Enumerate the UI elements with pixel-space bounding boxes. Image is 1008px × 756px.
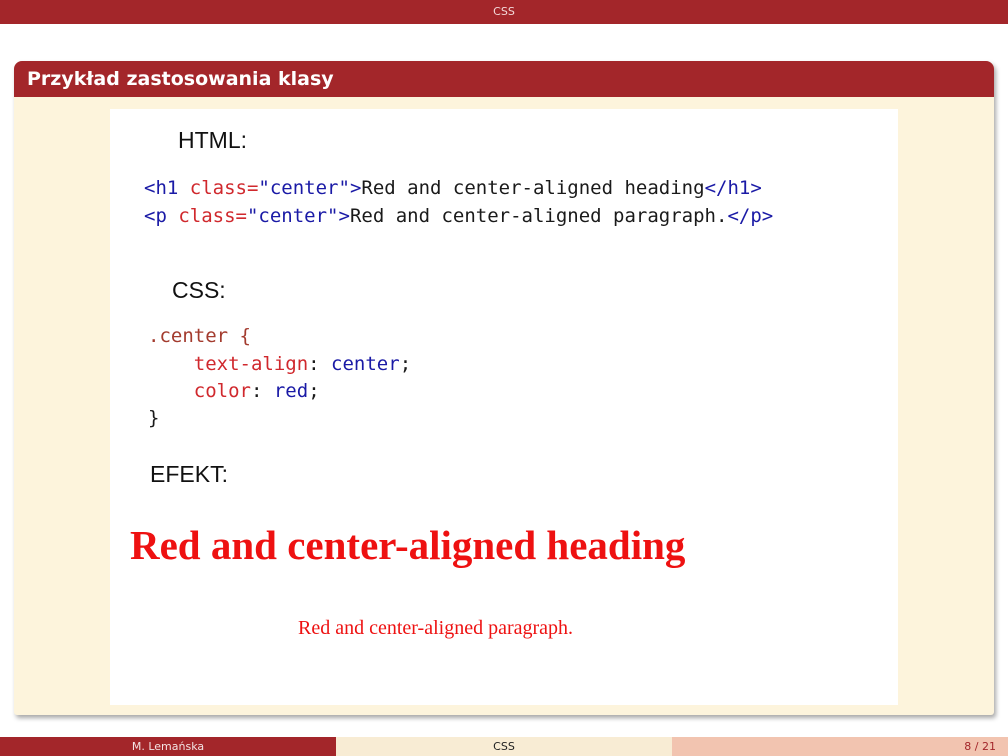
html-code-line-2: <p class="center">Red and center-aligned… (144, 205, 773, 227)
code-token: : (250, 380, 274, 402)
code-tag: h1 (155, 177, 179, 199)
example-image: HTML: <h1 class="center">Red and center-… (110, 109, 898, 705)
code-text: Red and center-aligned heading (361, 177, 705, 199)
code-value: "center" (258, 177, 350, 199)
css-code-line-4: } (148, 407, 159, 429)
footer: M. Lemańska CSS 8 / 21 (0, 737, 1008, 756)
code-attr: class= (166, 205, 247, 227)
css-code-line-1: .center { (148, 325, 251, 347)
css-close-brace: } (148, 407, 160, 429)
code-token: : (308, 353, 332, 375)
footer-title: CSS (336, 737, 672, 756)
code-value: "center" (246, 205, 339, 227)
css-value: center (331, 353, 400, 375)
code-tag: p (155, 205, 167, 227)
css-property: text-align (193, 353, 309, 375)
header-title: CSS (0, 0, 1008, 24)
css-code-line-3: color: red; (148, 380, 320, 402)
html-code-line-1: <h1 class="center">Red and center-aligne… (144, 177, 762, 199)
demo-heading: Red and center-aligned heading (130, 522, 686, 568)
code-close-tag: </p> (727, 205, 774, 227)
code-token: > (338, 205, 350, 227)
css-property: color (193, 380, 251, 402)
footer-page-number: 8 / 21 (672, 737, 1008, 756)
page-number-text: 8 / 21 (964, 740, 996, 753)
code-token: ; (308, 380, 320, 402)
css-code-line-2: text-align: center; (148, 353, 411, 375)
html-label: HTML: (178, 127, 247, 153)
effect-label: EFEKT: (150, 461, 228, 487)
code-token: > (349, 177, 362, 199)
code-token: < (144, 177, 156, 199)
css-selector: .center { (148, 325, 251, 347)
content-block: Przykład zastosowania klasy HTML: <h1 cl… (14, 61, 994, 715)
code-text: Red and center-aligned paragraph. (349, 205, 728, 227)
code-token: ; (399, 353, 412, 375)
demo-paragraph: Red and center-aligned paragraph. (298, 617, 574, 639)
footer-author: M. Lemańska (0, 737, 336, 756)
code-close-tag: </h1> (704, 177, 762, 199)
code-attr: class= (178, 177, 259, 199)
css-label: CSS: (172, 277, 226, 303)
code-token: < (144, 205, 156, 227)
css-value: red (273, 380, 309, 402)
block-title: Przykład zastosowania klasy (14, 61, 994, 97)
